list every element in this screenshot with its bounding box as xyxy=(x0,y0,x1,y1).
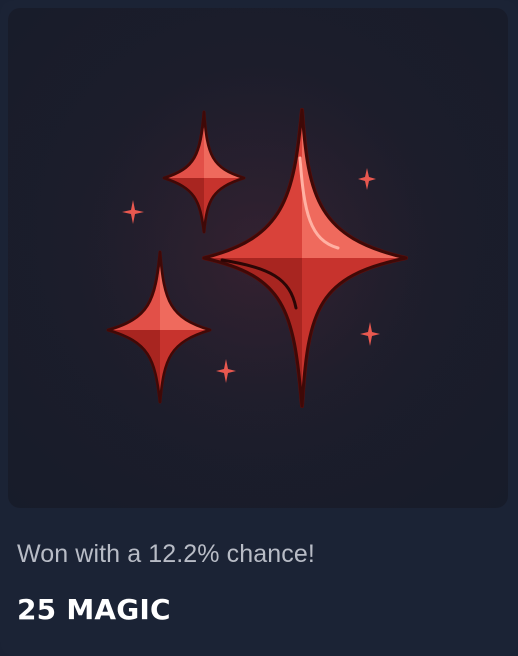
sparkles-icon xyxy=(28,33,488,493)
reward-card: Won with a 12.2% chance! 25 MAGIC xyxy=(0,0,518,656)
reward-amount: 25 MAGIC xyxy=(17,593,171,626)
reward-image xyxy=(8,8,508,508)
win-chance-text: Won with a 12.2% chance! xyxy=(17,540,315,568)
